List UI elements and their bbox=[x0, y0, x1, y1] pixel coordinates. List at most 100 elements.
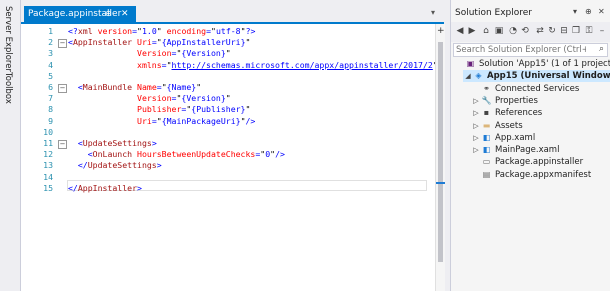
close-icon[interactable]: ✕ bbox=[598, 7, 605, 16]
history-icon[interactable]: ⟲ bbox=[520, 26, 530, 36]
document-tab-package-appinstaller[interactable]: Package.appinstaller ⊕ ✕ bbox=[24, 6, 136, 22]
code-token: < bbox=[68, 82, 83, 92]
code-token: AppInstaller bbox=[77, 182, 138, 193]
code-token: Version bbox=[137, 93, 172, 104]
forward-icon[interactable]: ▶ bbox=[467, 26, 477, 36]
properties-icon[interactable]: ⚿ bbox=[584, 26, 594, 36]
expand-arrow-icon[interactable]: ▷ bbox=[471, 120, 481, 132]
more-icon[interactable]: – bbox=[597, 26, 607, 36]
code-token: MainBundle bbox=[82, 82, 133, 92]
tree-item-label: MainPage.xaml bbox=[495, 145, 560, 156]
expand-arrow-icon[interactable]: ▷ bbox=[471, 95, 481, 107]
tree-item[interactable]: ▤ Package.appxmanifest bbox=[471, 169, 610, 181]
tree-item[interactable]: ▷ 🔧 Properties bbox=[471, 95, 610, 107]
code-token: <? bbox=[68, 26, 78, 36]
solution-explorer-search[interactable]: ⌕ bbox=[453, 43, 608, 57]
code-token: < bbox=[68, 138, 83, 148]
code-line[interactable]: <UpdateSettings> bbox=[68, 138, 157, 149]
tree-item[interactable]: ◢ ◈ App15 (Universal Windows) bbox=[463, 70, 610, 83]
code-token: AppInstaller bbox=[72, 37, 133, 48]
scrollbar-thumb[interactable] bbox=[438, 42, 443, 262]
code-token[interactable]: http://schemas.microsoft.com/appx/appins… bbox=[172, 60, 433, 70]
file-icon: ▭ bbox=[482, 157, 491, 167]
line-number: 7 bbox=[48, 93, 53, 104]
code-line[interactable]: <?xml version="1.0" encoding="utf-8"?> bbox=[68, 26, 255, 37]
window-position-icon[interactable]: ▾ bbox=[573, 7, 577, 16]
tree-item[interactable]: ▷ ◧ MainPage.xaml bbox=[471, 144, 610, 156]
home-icon[interactable]: ⌂ bbox=[481, 26, 491, 36]
collapse-region-icon[interactable]: − bbox=[58, 39, 67, 49]
connected-services-icon: ⚭ bbox=[483, 83, 490, 93]
show-all-files-icon[interactable]: ❐ bbox=[571, 26, 581, 36]
caret-position-marker bbox=[436, 182, 445, 184]
expanded-arrow-icon[interactable]: ◢ bbox=[463, 70, 473, 82]
search-input[interactable] bbox=[456, 44, 586, 56]
line-number: 10 bbox=[43, 126, 53, 137]
tab-dropdown-icon[interactable]: ▾ bbox=[431, 8, 435, 17]
line-number: 4 bbox=[48, 59, 53, 70]
close-icon[interactable]: ✕ bbox=[121, 6, 129, 22]
code-token: {Version} bbox=[181, 93, 226, 104]
folder-icon: ▬ bbox=[482, 120, 491, 130]
pin-icon[interactable]: ⊕ bbox=[105, 6, 112, 22]
tree-item[interactable]: ▭ Package.appinstaller bbox=[471, 156, 610, 168]
xaml-file-icon: ◧ bbox=[482, 145, 491, 155]
code-token: > bbox=[156, 160, 162, 171]
code-line[interactable]: Uri="{MainPackageUri}"/> bbox=[68, 116, 255, 127]
split-icon[interactable]: + bbox=[437, 26, 445, 36]
code-token: /> bbox=[245, 115, 256, 126]
line-number: 15 bbox=[43, 182, 53, 193]
editor-vertical-scrollbar[interactable]: + bbox=[435, 24, 445, 291]
code-token: Uri bbox=[137, 37, 152, 48]
code-line[interactable]: Publisher="{Publisher}" bbox=[68, 104, 250, 115]
code-line[interactable]: <OnLaunch HoursBetweenUpdateChecks="0"/> bbox=[68, 149, 285, 160]
expand-arrow-icon[interactable]: ▷ bbox=[471, 107, 481, 119]
code-line[interactable]: Version="{Version}" bbox=[68, 48, 231, 59]
code-line[interactable]: xmlns="http://schemas.microsoft.com/appx… bbox=[68, 60, 443, 71]
code-token: xmlns bbox=[137, 59, 162, 70]
solution-explorer-toolbar: ◀ ▶ ⌂ ▣ ◔ ⟲ ⇄ ↻ ⊟ ❐ ⚿ – bbox=[451, 22, 610, 42]
code-editor[interactable]: 1 <?xml version="1.0" encoding="utf-8"?> 2… bbox=[21, 24, 443, 291]
expand-arrow-icon[interactable]: ▷ bbox=[471, 144, 481, 156]
pending-changes-icon[interactable]: ◔ bbox=[508, 26, 518, 36]
code-token: version bbox=[97, 26, 133, 36]
code-token: " bbox=[245, 104, 251, 115]
code-line[interactable]: </AppInstaller> bbox=[68, 183, 142, 194]
tree-item[interactable]: ▷ ▬ Assets bbox=[471, 120, 610, 132]
code-token: Version bbox=[137, 48, 172, 59]
expand-arrow-icon[interactable]: ▷ bbox=[471, 132, 481, 144]
line-number: 9 bbox=[48, 115, 53, 126]
line-number: 13 bbox=[43, 160, 53, 171]
tree-item[interactable]: ▷ ◧ App.xaml bbox=[471, 132, 610, 144]
toolbox-tab[interactable]: Toolbox bbox=[3, 72, 13, 104]
search-icon[interactable]: ⌕ bbox=[599, 44, 604, 54]
solution-explorer-title: Solution Explorer bbox=[455, 8, 532, 18]
tree-item[interactable]: ⚭ Connected Services bbox=[471, 83, 610, 95]
references-icon: ▪ bbox=[483, 108, 490, 118]
back-icon[interactable]: ◀ bbox=[455, 26, 465, 36]
collapse-region-icon[interactable]: − bbox=[58, 84, 67, 93]
code-token: encoding bbox=[166, 26, 207, 36]
sync-icon[interactable]: ⇄ bbox=[535, 26, 545, 36]
pin-icon[interactable]: ⊕ bbox=[585, 7, 592, 16]
tree-item[interactable]: ▷ ▪ References bbox=[471, 107, 610, 119]
refresh-icon[interactable]: ↻ bbox=[547, 26, 557, 36]
code-line[interactable]: </UpdateSettings> bbox=[68, 160, 162, 171]
code-line[interactable]: <MainBundle Name="{Name}" bbox=[68, 82, 201, 93]
code-line[interactable]: <AppInstaller Uri="{AppInstallerUri}" bbox=[68, 37, 250, 48]
code-token: Publisher bbox=[137, 104, 182, 115]
server-explorer-tab[interactable]: Server Explorer bbox=[3, 6, 13, 72]
switch-views-icon[interactable]: ▣ bbox=[494, 26, 504, 36]
line-number: 2 bbox=[48, 37, 53, 48]
code-token: > bbox=[137, 182, 142, 193]
line-number: 6 bbox=[48, 82, 53, 92]
collapse-all-icon[interactable]: ⊟ bbox=[559, 26, 569, 36]
tree-item[interactable]: ▣ Solution 'App15' (1 of 1 project) bbox=[455, 58, 610, 70]
collapse-region-icon[interactable]: − bbox=[58, 140, 67, 149]
code-token: {MainPackageUri} bbox=[161, 115, 241, 126]
code-line[interactable]: Version="{Version}" bbox=[68, 93, 231, 104]
code-token: OnLaunch bbox=[92, 149, 133, 160]
